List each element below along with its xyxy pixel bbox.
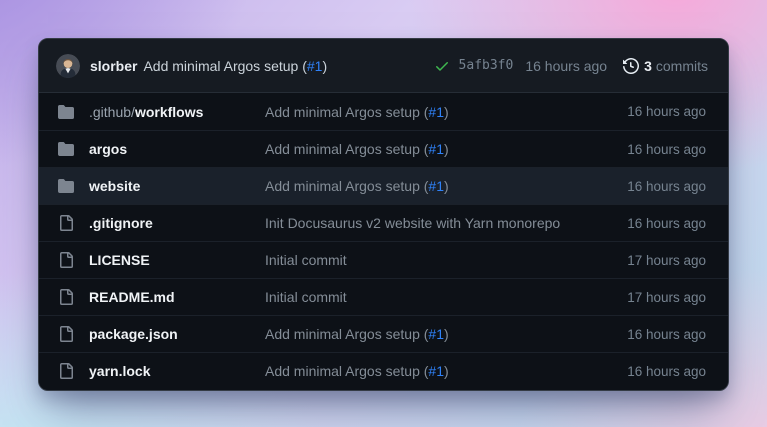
file-name-main: argos xyxy=(89,141,127,157)
pr-link[interactable]: #1 xyxy=(428,141,444,157)
file-row[interactable]: LICENSE Initial commit 17 hours ago xyxy=(39,241,728,278)
file-name-main: LICENSE xyxy=(89,252,150,268)
commit-message[interactable]: Add minimal Argos setup (#1) xyxy=(265,326,627,342)
file-name-main: .gitignore xyxy=(89,215,153,231)
avatar[interactable] xyxy=(56,54,80,78)
commit-message-text: Add minimal Argos setup ( xyxy=(265,141,428,157)
commit-message[interactable]: Initial commit xyxy=(265,289,627,305)
commit-date[interactable]: 17 hours ago xyxy=(627,290,706,305)
file-row[interactable]: argos Add minimal Argos setup (#1) 16 ho… xyxy=(39,130,728,167)
commit-message[interactable]: Add minimal Argos setup (#1) xyxy=(265,141,627,157)
file-name-main: package.json xyxy=(89,326,178,342)
commit-message-text: Add minimal Argos setup ( xyxy=(265,178,428,194)
commit-message[interactable]: Add minimal Argos setup (#1) xyxy=(265,363,627,379)
commit-message-text: Add minimal Argos setup ( xyxy=(265,326,428,342)
folder-icon xyxy=(58,178,74,194)
check-icon[interactable] xyxy=(434,58,450,74)
commit-meta: 5afb3f0 16 hours ago 3 commits xyxy=(434,58,708,74)
file-row[interactable]: .github/workflows Add minimal Argos setu… xyxy=(39,93,728,130)
latest-commit-header: slorber Add minimal Argos setup (#1) 5af… xyxy=(39,39,728,93)
commits-label[interactable]: commits xyxy=(656,58,708,74)
commits-count[interactable]: 3 xyxy=(644,58,652,74)
commit-message[interactable]: Add minimal Argos setup (#1) xyxy=(265,104,627,120)
commit-message-text: Initial commit xyxy=(265,252,347,268)
commit-date[interactable]: 17 hours ago xyxy=(627,253,706,268)
file-icon xyxy=(58,215,74,231)
file-row[interactable]: README.md Initial commit 17 hours ago xyxy=(39,278,728,315)
file-row[interactable]: yarn.lock Add minimal Argos setup (#1) 1… xyxy=(39,352,728,389)
file-name[interactable]: LICENSE xyxy=(89,252,265,268)
file-row[interactable]: package.json Add minimal Argos setup (#1… xyxy=(39,315,728,352)
folder-icon xyxy=(58,141,74,157)
commit-message-suffix: ) xyxy=(444,326,449,342)
commit-message-suffix: ) xyxy=(444,178,449,194)
commit-message[interactable]: Add minimal Argos setup (#1) xyxy=(265,178,627,194)
commit-author[interactable]: slorber xyxy=(90,58,137,74)
file-icon xyxy=(58,363,74,379)
commit-message-suffix: ) xyxy=(444,363,449,379)
commit-date[interactable]: 16 hours ago xyxy=(627,216,706,231)
pr-link[interactable]: #1 xyxy=(428,363,444,379)
commit-date[interactable]: 16 hours ago xyxy=(627,104,706,119)
file-name-main: yarn.lock xyxy=(89,363,150,379)
file-name[interactable]: README.md xyxy=(89,289,265,305)
commit-message[interactable]: Initial commit xyxy=(265,252,627,268)
commit-message-text: Init Docusaurus v2 website with Yarn mon… xyxy=(265,215,560,231)
commit-date[interactable]: 16 hours ago xyxy=(627,364,706,379)
commit-message-suffix: ) xyxy=(322,58,327,74)
file-name[interactable]: package.json xyxy=(89,326,265,342)
file-name-prefix: .github/ xyxy=(89,104,135,120)
file-name-main: workflows xyxy=(135,104,203,120)
file-name[interactable]: .github/workflows xyxy=(89,104,265,120)
commit-sha[interactable]: 5afb3f0 xyxy=(459,58,514,73)
pr-link[interactable]: #1 xyxy=(428,178,444,194)
file-name-main: README.md xyxy=(89,289,175,305)
commit-message-suffix: ) xyxy=(444,141,449,157)
commit-message-text: Add minimal Argos setup ( xyxy=(265,104,428,120)
commit-date[interactable]: 16 hours ago xyxy=(627,179,706,194)
file-icon xyxy=(58,326,74,342)
commit-message-suffix: ) xyxy=(444,104,449,120)
file-name[interactable]: website xyxy=(89,178,265,194)
commit-message-text: Add minimal Argos setup ( xyxy=(265,363,428,379)
pr-link[interactable]: #1 xyxy=(428,104,444,120)
file-name[interactable]: yarn.lock xyxy=(89,363,265,379)
folder-icon xyxy=(58,104,74,120)
pr-link[interactable]: #1 xyxy=(307,58,323,74)
history-icon xyxy=(623,58,639,74)
file-icon xyxy=(58,289,74,305)
file-name[interactable]: .gitignore xyxy=(89,215,265,231)
commit-date[interactable]: 16 hours ago xyxy=(627,142,706,157)
commit-time[interactable]: 16 hours ago xyxy=(525,58,607,74)
file-table: .github/workflows Add minimal Argos setu… xyxy=(39,93,728,389)
commit-message-text: Add minimal Argos setup ( xyxy=(143,58,306,74)
commit-message-text: Initial commit xyxy=(265,289,347,305)
desktop-background: { "header": { "author": "slorber", "mess… xyxy=(0,0,767,427)
commit-message[interactable]: Init Docusaurus v2 website with Yarn mon… xyxy=(265,215,627,231)
file-name[interactable]: argos xyxy=(89,141,265,157)
file-browser-card: slorber Add minimal Argos setup (#1) 5af… xyxy=(38,38,729,391)
commit-message-header[interactable]: Add minimal Argos setup (#1) xyxy=(143,58,327,74)
file-name-main: website xyxy=(89,178,140,194)
file-row[interactable]: website Add minimal Argos setup (#1) 16 … xyxy=(39,167,728,204)
file-row[interactable]: .gitignore Init Docusaurus v2 website wi… xyxy=(39,204,728,241)
file-icon xyxy=(58,252,74,268)
pr-link[interactable]: #1 xyxy=(428,326,444,342)
commit-date[interactable]: 16 hours ago xyxy=(627,327,706,342)
